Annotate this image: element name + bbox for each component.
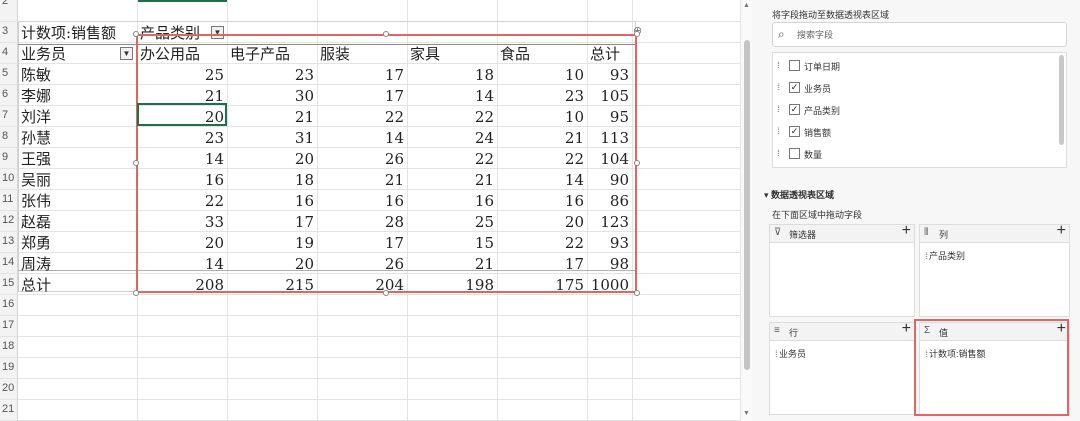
field-search-box[interactable]: ⌕ [772, 22, 1067, 47]
drag-grip-icon: ⁞⁞ [777, 82, 780, 92]
row-number[interactable]: 8 [0, 126, 18, 146]
row-number[interactable]: 20 [0, 378, 18, 398]
row-field-filter-button[interactable]: ▼ [120, 47, 133, 60]
field-checkbox[interactable]: ✓ [789, 126, 800, 137]
field-item[interactable]: ⁞⁞ ✓ 销售额 [773, 121, 1053, 143]
column-selection-indicator [137, 0, 227, 2]
row-number[interactable]: 3 [0, 21, 18, 41]
resize-handle[interactable] [634, 31, 640, 37]
add-column-plus-icon[interactable]: + [1057, 222, 1066, 240]
drag-grip-icon: ⁞⁞ [925, 251, 928, 261]
active-cell-cursor[interactable] [137, 103, 227, 126]
field-checkbox[interactable]: ✓ [789, 82, 800, 93]
resize-handle[interactable] [634, 160, 640, 166]
row-gridline [0, 357, 740, 358]
row-gridline [0, 336, 740, 337]
scrollbar-thumb[interactable] [744, 40, 750, 370]
filter-icon: ⊽ [774, 227, 782, 238]
rows-area[interactable]: ≡ 行 + ⁞⁞ 业务员 [769, 320, 915, 415]
row-number[interactable]: 7 [0, 105, 18, 125]
spreadsheet-grid[interactable]: 2 3 4 5 6 7 8 9 10 11 12 13 14 15 16 17 18 19 20 21 计数项:销售额… [0, 0, 740, 421]
collapse-triangle-icon: ▾ [764, 190, 772, 200]
add-row-plus-icon[interactable]: + [902, 320, 911, 338]
drag-grip-icon: ⁞⁞ [777, 104, 780, 114]
row-number[interactable]: 10 [0, 168, 18, 188]
search-icon: ⌕ [778, 27, 785, 41]
row-number[interactable]: 4 [0, 42, 18, 62]
resize-handle[interactable] [133, 31, 139, 37]
pivot-areas-title-text: 数据透视表区域 [771, 190, 835, 200]
highlighted-data-range [136, 34, 637, 293]
drag-fields-hint: 将字段拖动至数据透视表区域 [772, 10, 890, 20]
row-number[interactable]: 21 [0, 399, 18, 419]
row-gridline [0, 315, 740, 316]
pivot-areas-section-title[interactable]: ▾ 数据透视表区域 [764, 188, 834, 201]
field-checkbox[interactable]: ✓ [789, 104, 800, 115]
scroll-down-arrow-icon[interactable]: ▼ [743, 410, 750, 417]
field-checkbox[interactable] [789, 60, 800, 71]
field-label: 产品类别 [804, 106, 841, 116]
columns-area-label: 列 [939, 230, 949, 240]
field-checkbox[interactable] [789, 148, 800, 159]
row-number[interactable]: 12 [0, 210, 18, 230]
resize-handle[interactable] [133, 290, 139, 296]
field-label: 业务员 [804, 84, 832, 94]
field-item[interactable]: ⁞⁞ 数量 [773, 143, 1053, 165]
add-filter-plus-icon[interactable]: + [902, 222, 911, 240]
resize-handle[interactable] [383, 290, 389, 296]
row-number[interactable]: 17 [0, 315, 18, 335]
rows-area-item-label: 业务员 [779, 349, 807, 359]
row-number[interactable]: 14 [0, 252, 18, 272]
row-gridline [0, 399, 740, 400]
pivot-grand-total-label[interactable]: 总计 [18, 273, 137, 297]
resize-handle[interactable] [383, 31, 389, 37]
field-item[interactable]: ⁞⁞ 订单日期 [773, 55, 1053, 77]
row-number[interactable]: 11 [0, 189, 18, 209]
row-number[interactable]: 18 [0, 336, 18, 356]
filters-area-label: 筛选器 [789, 230, 817, 240]
resize-handle[interactable] [634, 290, 640, 296]
row-number[interactable]: 15 [0, 273, 18, 293]
columns-area-item[interactable]: ⁞⁞ 产品类别 [925, 249, 965, 262]
row-number[interactable]: 19 [0, 357, 18, 377]
drag-grip-icon: ⁞⁞ [777, 126, 780, 136]
rows-icon: ≡ [774, 325, 780, 336]
rows-area-item[interactable]: ⁞⁞ 业务员 [775, 347, 806, 360]
drag-grip-icon: ⁞⁞ [777, 60, 780, 70]
field-search-input[interactable] [797, 27, 1057, 43]
chevron-down-icon: ▼ [122, 49, 131, 58]
rows-area-label: 行 [789, 328, 799, 338]
columns-area-header: ⦀ 列 + [920, 222, 1069, 243]
drag-grip-icon: ⁞⁞ [775, 349, 778, 359]
row-number[interactable]: 9 [0, 147, 18, 167]
field-item[interactable]: ⁞⁞ ✓ 产品类别 [773, 99, 1053, 121]
row-number[interactable]: 13 [0, 231, 18, 251]
field-label: 订单日期 [804, 62, 841, 72]
row-number[interactable]: 6 [0, 84, 18, 104]
rows-area-header: ≡ 行 + [770, 320, 914, 341]
row-number[interactable]: 2 [0, 0, 18, 11]
columns-icon: ⦀ [924, 227, 929, 238]
field-list-scrollbar-thumb[interactable] [1059, 55, 1064, 145]
columns-area[interactable]: ⦀ 列 + ⁞⁞ 产品类别 [919, 222, 1070, 317]
row-number[interactable]: 16 [0, 294, 18, 314]
field-label: 销售额 [804, 128, 832, 138]
pivot-areas-hint: 在下面区域中拖动字段 [772, 210, 863, 220]
field-label: 数量 [804, 150, 823, 160]
sheet-vertical-scrollbar[interactable]: ▲ ▼ [740, 0, 752, 421]
filters-area-header: ⊽ 筛选器 + [770, 222, 914, 243]
row-number[interactable]: 5 [0, 63, 18, 83]
columns-area-item-label: 产品类别 [929, 251, 966, 261]
field-list[interactable]: ⁞⁞ 订单日期 ⁞⁞ ✓ 业务员 ⁞⁞ ✓ 产品类别 ⁞⁞ ✓ 销售额 ⁞⁞ 数量 ⁞⁞客户地区 [772, 52, 1067, 168]
filters-area[interactable]: ⊽ 筛选器 + [769, 222, 915, 317]
scroll-up-arrow-icon[interactable]: ▲ [743, 2, 750, 9]
resize-handle[interactable] [133, 160, 139, 166]
row-gridline [0, 378, 740, 379]
values-area-highlight-frame [914, 319, 1069, 416]
drag-grip-icon: ⁞⁞ [777, 148, 780, 158]
field-item[interactable]: ⁞⁞客户地区 [773, 165, 1053, 167]
field-item[interactable]: ⁞⁞ ✓ 业务员 [773, 77, 1053, 99]
